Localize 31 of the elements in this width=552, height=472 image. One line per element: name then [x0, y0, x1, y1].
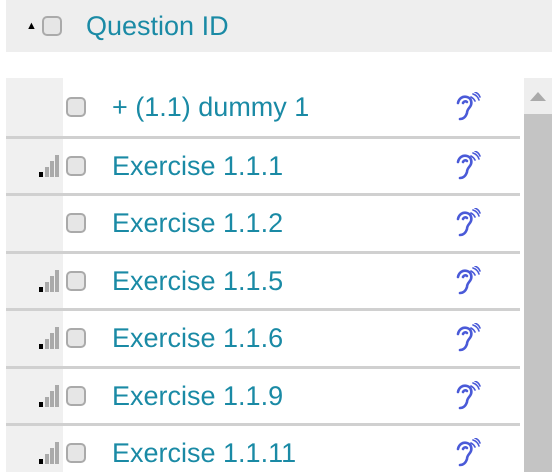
signal-bars-icon	[39, 270, 61, 292]
signal-bars-icon	[39, 327, 61, 350]
signal-bars-icon	[39, 442, 61, 464]
question-link[interactable]: Exercise 1.1.5	[112, 260, 284, 301]
checkbox[interactable]	[42, 16, 62, 36]
question-link[interactable]: Exercise 1.1.9	[112, 376, 284, 416]
checkbox[interactable]	[66, 213, 86, 234]
checkbox[interactable]	[66, 96, 86, 117]
checkbox[interactable]	[66, 156, 86, 176]
question-link[interactable]: Exercise 1.1.6	[112, 318, 284, 358]
checkbox[interactable]	[66, 270, 86, 291]
ear-icon[interactable]	[456, 438, 482, 468]
ear-icon[interactable]	[456, 150, 482, 181]
checkbox[interactable]	[66, 443, 86, 464]
sort-arrow[interactable]: ▲	[6, 18, 32, 34]
column-heading[interactable]: Question ID	[86, 6, 229, 46]
scroll-up-icon[interactable]	[530, 92, 546, 101]
signal-bars-icon	[39, 154, 61, 177]
checkbox[interactable]	[66, 386, 86, 406]
question-link[interactable]: Exercise 1.1.1	[112, 146, 284, 186]
ear-icon[interactable]	[456, 266, 482, 296]
question-link[interactable]: + (1.1) dummy 1	[112, 86, 310, 127]
question-link[interactable]: Exercise 1.1.11	[112, 433, 296, 472]
ear-icon[interactable]	[456, 208, 482, 238]
question-link[interactable]: Exercise 1.1.2	[112, 203, 284, 244]
ear-icon[interactable]	[456, 380, 482, 411]
signal-bars-icon	[39, 384, 61, 407]
checkbox[interactable]	[66, 328, 86, 348]
ear-icon[interactable]	[456, 323, 482, 354]
ear-icon[interactable]	[456, 92, 482, 122]
scrollbar[interactable]	[524, 78, 552, 472]
